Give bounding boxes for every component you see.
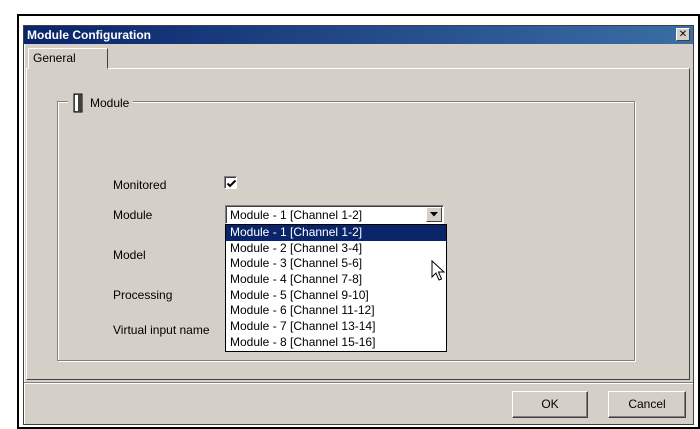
module-select-arrow-button[interactable] [426, 207, 442, 222]
dropdown-option-1[interactable]: Module - 1 [Channel 1-2] [226, 225, 446, 241]
module-dropdown-list: Module - 1 [Channel 1-2] Module - 2 [Cha… [225, 224, 447, 352]
virtual-input-name-label: Virtual input name [113, 323, 210, 337]
groupbox-legend: Module [68, 93, 134, 113]
footer-separator [24, 382, 693, 384]
dropdown-option-8[interactable]: Module - 8 [Channel 15-16] [226, 335, 446, 351]
module-label: Module [113, 208, 153, 222]
tab-general-label: General [33, 51, 76, 65]
tab-general[interactable]: General [28, 48, 108, 69]
monitored-checkbox[interactable] [224, 176, 237, 189]
dropdown-option-7[interactable]: Module - 7 [Channel 13-14] [226, 319, 446, 335]
ok-button[interactable]: OK [512, 391, 588, 418]
close-button[interactable]: ✕ [676, 28, 690, 41]
mouse-pointer-icon [431, 259, 446, 285]
dropdown-option-3[interactable]: Module - 3 [Channel 5-6] [226, 256, 446, 272]
monitored-label: Monitored [113, 178, 167, 192]
module-select-value: Module - 1 [Channel 1-2] [230, 208, 363, 222]
model-label: Model [113, 248, 146, 262]
cancel-button[interactable]: Cancel [608, 391, 686, 418]
dropdown-option-2[interactable]: Module - 2 [Channel 3-4] [226, 241, 446, 257]
window-title: Module Configuration [27, 28, 151, 42]
processing-label: Processing [113, 288, 173, 302]
chevron-down-icon [430, 212, 438, 217]
dropdown-option-5[interactable]: Module - 5 [Channel 9-10] [226, 288, 446, 304]
dropdown-option-4[interactable]: Module - 4 [Channel 7-8] [226, 272, 446, 288]
title-bar[interactable]: Module Configuration ✕ [24, 26, 693, 44]
module-configuration-dialog: Module Configuration ✕ General Module Mo… [23, 25, 694, 425]
checkmark-icon [226, 179, 237, 188]
general-tab-panel: Module Monitored Module Module - 1 [Chan… [26, 68, 690, 380]
close-icon: ✕ [678, 29, 688, 40]
dropdown-option-6[interactable]: Module - 6 [Channel 11-12] [226, 303, 446, 319]
groupbox-title: Module [90, 96, 130, 110]
module-select[interactable]: Module - 1 [Channel 1-2] [225, 205, 444, 224]
module-icon [72, 93, 84, 113]
